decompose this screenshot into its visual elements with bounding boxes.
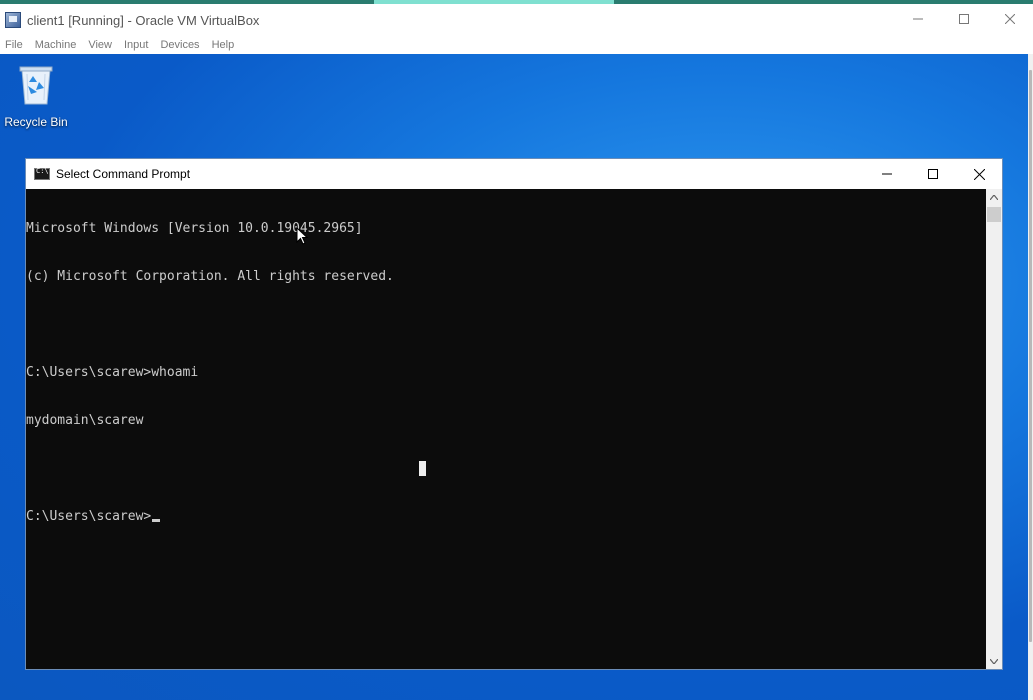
host-window-controls bbox=[895, 4, 1033, 36]
maximize-icon bbox=[959, 14, 969, 24]
console-cursor bbox=[152, 519, 161, 522]
scroll-down-button[interactable] bbox=[986, 653, 1002, 669]
menu-input[interactable]: Input bbox=[119, 39, 155, 51]
cmd-window-controls bbox=[864, 159, 1002, 189]
host-vertical-scrollbar[interactable] bbox=[1028, 54, 1033, 700]
recycle-bin-shortcut[interactable]: Recycle Bin bbox=[4, 64, 68, 129]
console-line: C:\Users\scarew>whoami bbox=[26, 365, 199, 380]
menu-help[interactable]: Help bbox=[207, 39, 242, 51]
cmd-maximize-button[interactable] bbox=[910, 159, 956, 189]
host-minimize-button[interactable] bbox=[895, 4, 941, 34]
scroll-up-icon bbox=[990, 194, 998, 200]
console-prompt: C:\Users\scarew> bbox=[26, 509, 152, 524]
console-line: Microsoft Windows [Version 10.0.19045.29… bbox=[26, 221, 363, 236]
cmd-minimize-button[interactable] bbox=[864, 159, 910, 189]
recycle-bin-label: Recycle Bin bbox=[4, 115, 68, 129]
recycle-bin-icon bbox=[19, 66, 53, 105]
close-icon bbox=[1005, 14, 1015, 24]
cmd-title-bar[interactable]: Select Command Prompt bbox=[26, 159, 1002, 189]
minimize-icon bbox=[882, 173, 892, 175]
host-menu-bar: File Machine View Input Devices Help bbox=[0, 36, 1033, 54]
maximize-icon bbox=[928, 169, 938, 179]
menu-machine[interactable]: Machine bbox=[30, 39, 84, 51]
host-close-button[interactable] bbox=[987, 4, 1033, 34]
cmd-scroll-thumb[interactable] bbox=[987, 207, 1001, 222]
host-maximize-button[interactable] bbox=[941, 4, 987, 34]
cmd-icon bbox=[34, 167, 50, 180]
cmd-window-title: Select Command Prompt bbox=[56, 167, 191, 181]
menu-file[interactable]: File bbox=[0, 39, 30, 51]
menu-devices[interactable]: Devices bbox=[155, 39, 206, 51]
console-line: mydomain\scarew bbox=[26, 413, 144, 428]
host-scroll-thumb[interactable] bbox=[1029, 70, 1032, 642]
text-caret bbox=[419, 461, 426, 476]
cmd-close-button[interactable] bbox=[956, 159, 1002, 189]
host-window-title: client1 [Running] - Oracle VM VirtualBox bbox=[27, 12, 260, 28]
minimize-icon bbox=[913, 18, 923, 20]
console-line: (c) Microsoft Corporation. All rights re… bbox=[26, 269, 394, 284]
menu-view[interactable]: View bbox=[83, 39, 119, 51]
host-title-bar: client1 [Running] - Oracle VM VirtualBox bbox=[0, 4, 1033, 36]
console-prompt-line[interactable]: C:\Users\scarew> bbox=[26, 509, 986, 525]
command-prompt-window[interactable]: Select Command Prompt Microsoft Windows … bbox=[25, 158, 1003, 670]
scroll-down-icon bbox=[990, 658, 998, 664]
console-output[interactable]: Microsoft Windows [Version 10.0.19045.29… bbox=[26, 189, 986, 669]
scroll-up-button[interactable] bbox=[986, 189, 1002, 205]
virtualbox-icon bbox=[5, 12, 21, 28]
mouse-pointer-icon bbox=[296, 227, 309, 245]
cmd-vertical-scrollbar[interactable] bbox=[986, 189, 1002, 669]
close-icon bbox=[973, 168, 985, 180]
